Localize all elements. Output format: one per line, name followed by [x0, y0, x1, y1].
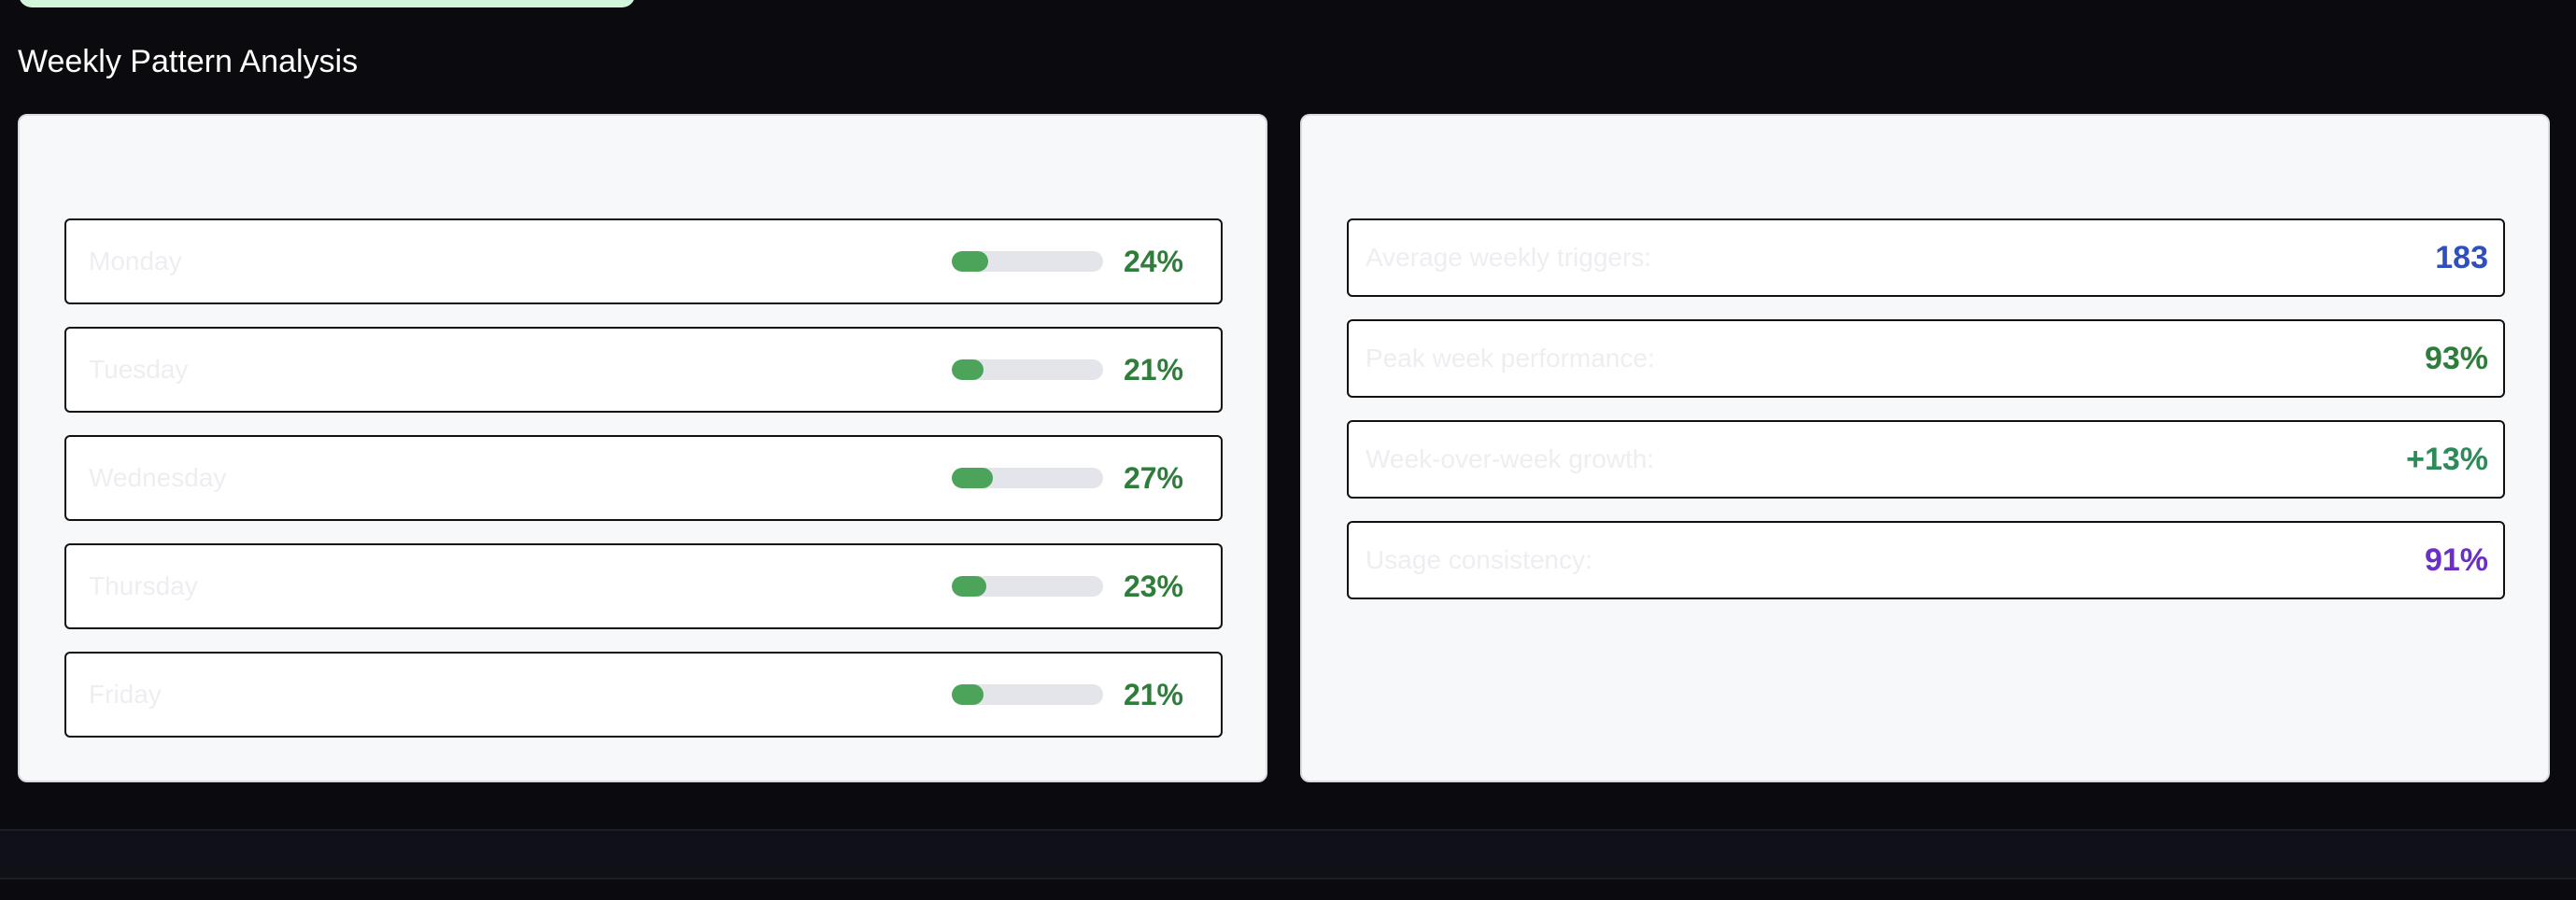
stat-row: Week-over-week growth: +13%	[1347, 420, 2505, 499]
stat-row: Peak week performance: 93%	[1347, 319, 2505, 398]
day-percent: 21%	[1123, 353, 1183, 387]
stat-value: 183	[2435, 240, 2488, 275]
day-bar-fill	[952, 359, 984, 380]
stat-label: Peak week performance:	[1366, 344, 1655, 373]
day-bar-fill	[952, 251, 988, 272]
day-bar-track	[952, 251, 1103, 272]
weekly-stats-card: Average weekly triggers: 183 Peak week p…	[1300, 114, 2550, 782]
top-progress-pill	[19, 0, 635, 7]
day-row: Thursday 23%	[64, 543, 1223, 629]
daily-distribution-card: Monday 24% Tuesday 21% Wednesday 27% Thu…	[18, 114, 1267, 782]
stat-label: Week-over-week growth:	[1366, 444, 1655, 473]
day-bar-track	[952, 576, 1103, 597]
day-label: Wednesday	[89, 463, 227, 492]
stat-value: +13%	[2406, 442, 2488, 477]
stat-label: Usage consistency:	[1366, 545, 1592, 574]
day-bar-fill	[952, 576, 987, 597]
stat-value: 91%	[2424, 542, 2488, 578]
day-percent: 23%	[1123, 570, 1183, 603]
day-label: Thursday	[89, 571, 198, 600]
day-label: Tuesday	[89, 355, 189, 384]
stat-row: Average weekly triggers: 183	[1347, 218, 2505, 297]
day-row: Monday 24%	[64, 218, 1223, 304]
stat-row: Usage consistency: 91%	[1347, 521, 2505, 599]
footer-band	[0, 829, 2576, 879]
day-bar-track	[952, 468, 1103, 488]
stat-label: Average weekly triggers:	[1366, 243, 1652, 272]
day-bar-track	[952, 359, 1103, 380]
day-row: Tuesday 21%	[64, 327, 1223, 413]
day-bar-track	[952, 684, 1103, 705]
day-bar-fill	[952, 468, 993, 488]
day-percent: 21%	[1123, 678, 1183, 711]
day-bar-fill	[952, 684, 984, 705]
stat-list: Average weekly triggers: 183 Peak week p…	[1347, 218, 2505, 622]
stat-value: 93%	[2424, 341, 2488, 376]
day-percent: 24%	[1123, 245, 1183, 278]
day-list: Monday 24% Tuesday 21% Wednesday 27% Thu…	[64, 218, 1223, 760]
section-title: Weekly Pattern Analysis	[18, 44, 359, 79]
day-label: Monday	[89, 246, 182, 275]
day-row: Wednesday 27%	[64, 435, 1223, 521]
day-percent: 27%	[1123, 461, 1183, 495]
day-label: Friday	[89, 680, 162, 709]
day-row: Friday 21%	[64, 652, 1223, 738]
